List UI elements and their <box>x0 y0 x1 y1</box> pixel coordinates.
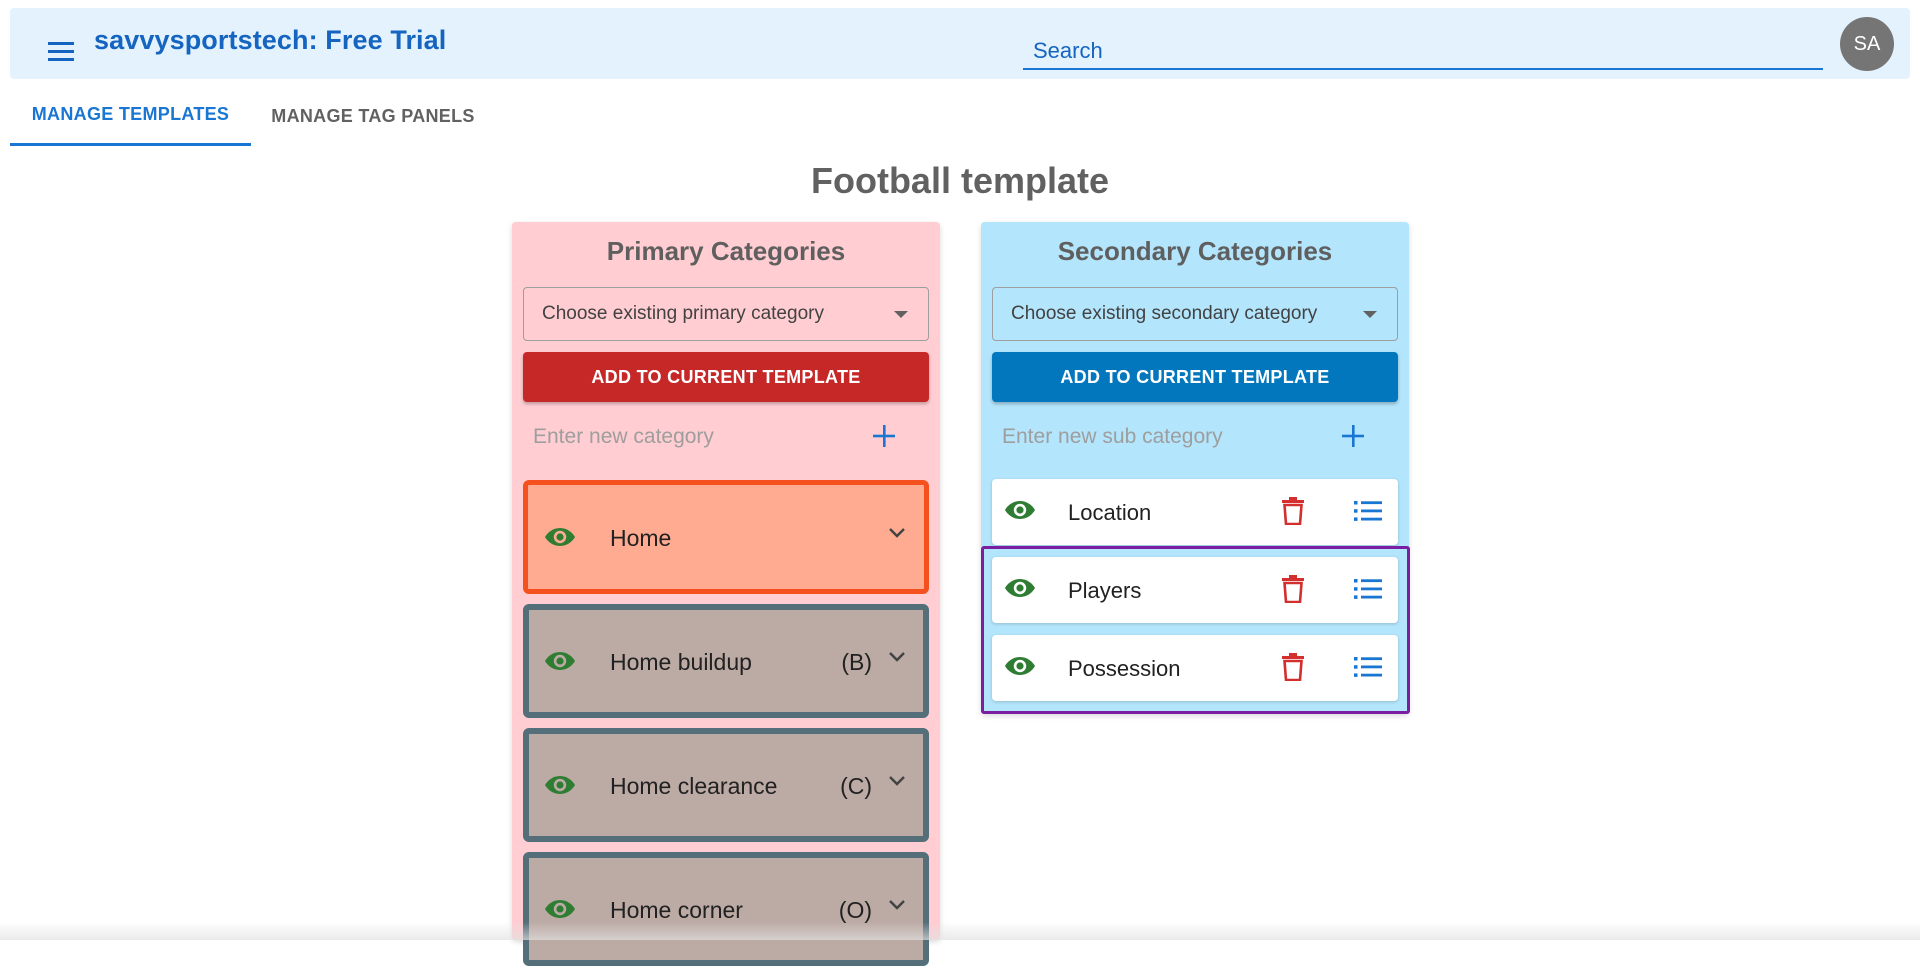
tab-manage-tag-panels[interactable]: MANAGE TAG PANELS <box>256 86 490 146</box>
plus-icon <box>1342 425 1364 447</box>
primary-category-select[interactable]: Choose existing primary category <box>523 287 929 341</box>
app-title: savvysportstech: Free Trial <box>94 25 447 55</box>
primary-select-text: Choose existing primary category <box>542 303 824 324</box>
add-category-button[interactable] <box>864 416 904 456</box>
chevron-down-icon[interactable] <box>888 527 906 539</box>
chevron-down-icon[interactable] <box>888 651 906 663</box>
chevron-down-icon[interactable] <box>888 775 906 787</box>
plus-icon <box>873 425 895 447</box>
new-sub-category-field <box>992 412 1322 462</box>
avatar[interactable]: SA <box>1840 17 1894 71</box>
eye-icon[interactable] <box>544 773 576 797</box>
secondary-panel-heading: Secondary Categories <box>1057 236 1333 266</box>
search-input[interactable] <box>1023 30 1823 66</box>
eye-icon[interactable] <box>544 897 576 921</box>
category-hotkey: (B) <box>841 649 872 675</box>
list-icon[interactable] <box>1354 499 1382 523</box>
primary-panel-heading: Primary Categories <box>606 236 846 266</box>
list-icon[interactable] <box>1354 655 1382 679</box>
sub-category-label: Players <box>1068 578 1142 603</box>
category-label: Home clearance <box>610 773 778 799</box>
category-hotkey: (O) <box>838 897 872 923</box>
trash-icon[interactable] <box>1282 575 1304 603</box>
page-title: Football template <box>810 160 1110 201</box>
trash-icon[interactable] <box>1282 497 1304 525</box>
secondary-category-select[interactable]: Choose existing secondary category <box>992 287 1398 341</box>
tab-manage-templates[interactable]: MANAGE TEMPLATES <box>10 86 251 146</box>
new-category-input[interactable] <box>523 412 853 462</box>
category-label: Home buildup <box>610 649 752 675</box>
app-bar: savvysportstech: Free Trial SA <box>10 8 1910 79</box>
eye-icon[interactable] <box>544 525 576 549</box>
category-card-home-clearance[interactable]: Home clearance (C) <box>523 728 929 842</box>
category-label: Home corner <box>610 897 743 923</box>
primary-categories-panel: Primary Categories Choose existing prima… <box>512 222 940 966</box>
chevron-down-icon[interactable] <box>888 899 906 911</box>
category-card-home[interactable]: Home <box>523 480 929 594</box>
eye-icon[interactable] <box>1004 654 1036 678</box>
sub-category-label: Location <box>1068 500 1152 525</box>
new-category-field <box>523 412 853 462</box>
add-sub-category-button[interactable] <box>1333 416 1373 456</box>
category-label: Home <box>610 525 672 551</box>
category-hotkey: (C) <box>840 773 872 799</box>
category-card-home-corner[interactable]: Home corner (O) <box>523 852 929 966</box>
sub-category-row-players[interactable]: Players <box>992 557 1398 623</box>
new-sub-category-input[interactable] <box>992 412 1322 462</box>
category-card-home-buildup[interactable]: Home buildup (B) <box>523 604 929 718</box>
add-primary-to-template-button[interactable]: ADD TO CURRENT TEMPLATE <box>523 352 929 402</box>
add-secondary-to-template-button[interactable]: ADD TO CURRENT TEMPLATE <box>992 352 1398 402</box>
page-bottom-shadow <box>0 922 1920 940</box>
trash-icon[interactable] <box>1282 653 1304 681</box>
sub-category-row-location[interactable]: Location <box>992 479 1398 545</box>
dropdown-arrow-icon <box>894 311 908 318</box>
sub-category-label: Possession <box>1068 656 1181 681</box>
eye-icon[interactable] <box>544 649 576 673</box>
list-icon[interactable] <box>1354 577 1382 601</box>
dropdown-arrow-icon <box>1363 311 1377 318</box>
eye-icon[interactable] <box>1004 576 1036 600</box>
menu-button[interactable] <box>36 26 86 76</box>
search-field <box>1023 30 1823 70</box>
eye-icon[interactable] <box>1004 498 1036 522</box>
secondary-categories-panel: Secondary Categories Choose existing sec… <box>981 222 1409 714</box>
menu-icon <box>48 42 74 61</box>
sub-category-row-possession[interactable]: Possession <box>992 635 1398 701</box>
secondary-select-text: Choose existing secondary category <box>1011 303 1318 324</box>
